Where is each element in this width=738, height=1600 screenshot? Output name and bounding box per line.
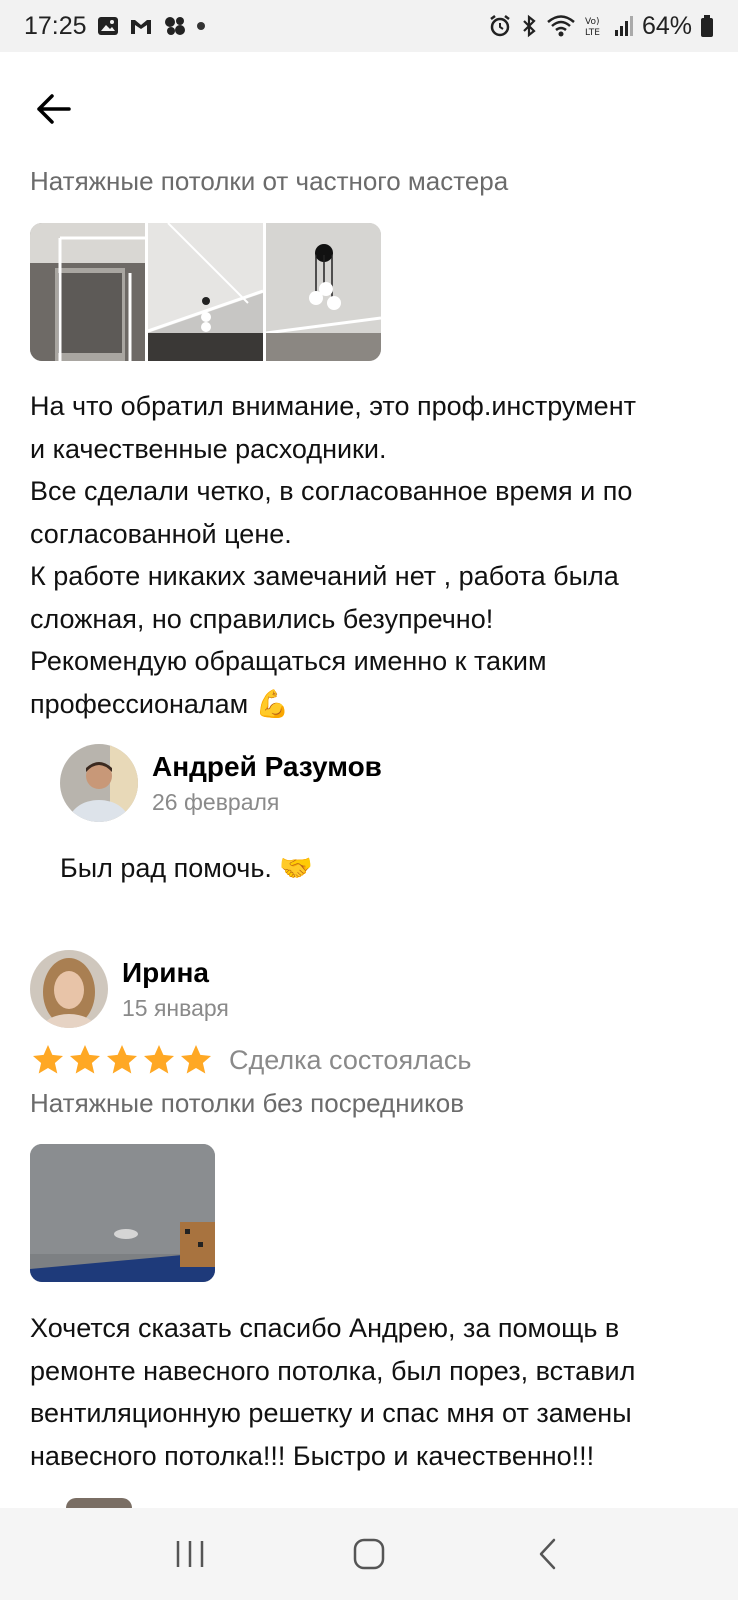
- back-button[interactable]: [30, 85, 78, 133]
- system-back-button[interactable]: [518, 1524, 578, 1584]
- alarm-icon: [488, 14, 512, 38]
- star-icon: [107, 1045, 137, 1074]
- rating: Сделка состоялась: [30, 1042, 471, 1078]
- review-title: Натяжные потолки от частного мастера: [30, 166, 509, 196]
- review-text-line: ремонте навесного потолка, был порез, вс…: [30, 1355, 636, 1386]
- review-body: Хочется сказать спасибо Андрею, за помощ…: [30, 1307, 710, 1477]
- review-photos: [30, 223, 381, 361]
- review-photos: [30, 1144, 215, 1282]
- review-photo[interactable]: [266, 223, 381, 361]
- home-icon: [353, 1538, 385, 1570]
- volte-icon: Vo) LTE: [584, 14, 606, 38]
- status-time: 17:25: [24, 11, 87, 40]
- review-text-line: и качественные расходники.: [30, 433, 387, 464]
- home-button[interactable]: [339, 1524, 399, 1584]
- reply-text: Был рад помочь. 🤝: [60, 853, 314, 883]
- review-photo[interactable]: [30, 1144, 215, 1282]
- battery-icon: [700, 14, 714, 38]
- svg-text:Vo): Vo): [585, 17, 599, 27]
- arrow-left-icon: [37, 94, 71, 124]
- reply-date: 26 февраля: [152, 788, 280, 815]
- gallery-icon: [97, 16, 119, 36]
- review-body: На что обратил внимание, это проф.инстру…: [30, 385, 710, 725]
- review-text-line: Рекомендую обращаться именно к таким: [30, 646, 547, 676]
- recents-button[interactable]: [160, 1524, 220, 1584]
- rating-stars: [30, 1042, 215, 1078]
- wifi-icon: [546, 14, 576, 38]
- notification-dot: [196, 22, 205, 30]
- gmail-icon: [129, 16, 153, 36]
- battery-percentage: 64%: [641, 11, 692, 40]
- avatar[interactable]: [30, 950, 108, 1028]
- svg-text:LTE: LTE: [585, 28, 600, 38]
- signal-icon: [614, 15, 634, 37]
- review-text-line: Все сделали четко, в согласованное время…: [30, 476, 633, 506]
- review-text-line: Хочется сказать спасибо Андрею, за помощ…: [30, 1313, 620, 1343]
- review-text-line: вентиляционную решетку и спас мня от зам…: [30, 1398, 632, 1428]
- star-icon: [144, 1045, 174, 1074]
- app-icon: [163, 15, 187, 37]
- review-text-line: навесного потолка!!! Быстро и качественн…: [30, 1440, 595, 1471]
- review-date: 15 января: [122, 994, 229, 1021]
- reply-author-name: Андрей Разумов: [152, 750, 382, 782]
- bluetooth-icon: [520, 14, 538, 38]
- review-author-name: Ирина: [122, 956, 209, 988]
- avatar[interactable]: [60, 744, 138, 822]
- review-text-line: согласованной цене.: [30, 518, 292, 549]
- review-text-line: профессионалам 💪: [30, 688, 290, 719]
- review-author: Ирина 15 января: [30, 950, 229, 1028]
- review-text-line: К работе никаких замечаний нет , работа …: [30, 561, 619, 591]
- status-bar: 17:25 Vo) LTE 64%: [0, 0, 738, 52]
- review-photo[interactable]: [30, 223, 145, 361]
- deal-status: Сделка состоялась: [229, 1044, 472, 1075]
- avatar: [66, 1498, 132, 1508]
- star-icon: [70, 1045, 100, 1074]
- system-nav-bar: [0, 1508, 738, 1600]
- review-text-line: На что обратил внимание, это проф.инстру…: [30, 391, 636, 421]
- review-photo[interactable]: [148, 223, 263, 361]
- back-icon: [540, 1538, 556, 1570]
- star-icon: [181, 1045, 211, 1074]
- review-text-line: сложная, но справились безупречно!: [30, 603, 494, 634]
- seller-reply: Андрей Разумов 26 февраля Был рад помочь…: [60, 744, 700, 884]
- star-icon: [33, 1045, 63, 1074]
- recents-icon: [176, 1541, 203, 1567]
- review-title: Натяжные потолки без посредников: [30, 1088, 465, 1118]
